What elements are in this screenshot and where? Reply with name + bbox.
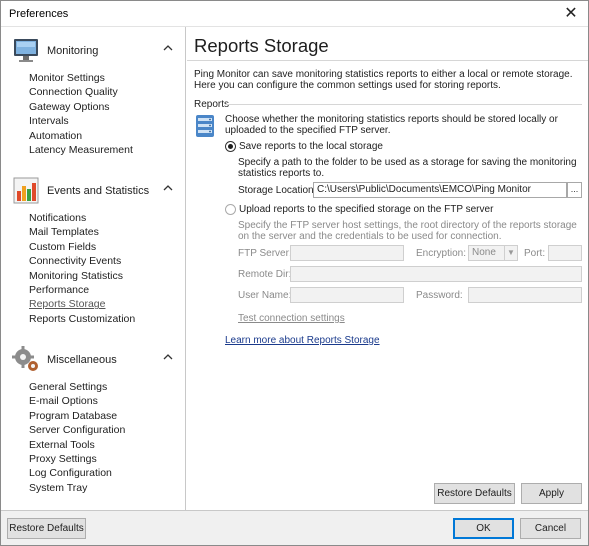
group-title-events-and-statistics: Events and Statistics xyxy=(47,185,150,197)
group-title-monitoring: Monitoring xyxy=(47,45,99,57)
storage-location-label: Storage Location: xyxy=(238,185,317,196)
sidebar-item-intervals[interactable]: Intervals xyxy=(29,114,185,128)
sidebar-item-connectivity-events[interactable]: Connectivity Events xyxy=(29,254,185,268)
sidebar-item-general-settings[interactable]: General Settings xyxy=(29,380,185,394)
test-connection-link[interactable]: Test connection settings xyxy=(238,313,345,324)
statistics-chart-icon xyxy=(13,177,39,204)
chevron-up-icon[interactable] xyxy=(163,352,175,364)
password-input[interactable] xyxy=(468,287,582,303)
restore-defaults-button[interactable]: Restore Defaults xyxy=(7,518,86,539)
title-divider xyxy=(187,60,588,61)
chevron-up-icon[interactable] xyxy=(163,183,175,195)
sidebar-item-connection-quality[interactable]: Connection Quality xyxy=(29,85,185,99)
ftp-storage-description: Specify the FTP server host settings, th… xyxy=(238,220,577,242)
encryption-select[interactable]: None ▼ xyxy=(468,245,518,261)
sidebar-group-miscellaneous: Miscellaneous General Settings E-mail Op… xyxy=(1,340,185,495)
sidebar-item-latency-measurement[interactable]: Latency Measurement xyxy=(29,143,185,157)
content-panel: Reports Storage Ping Monitor can save mo… xyxy=(187,27,588,510)
sidebar-items-miscellaneous: General Settings E-mail Options Program … xyxy=(1,380,185,495)
browse-button[interactable]: ... xyxy=(567,182,582,198)
local-storage-radio[interactable] xyxy=(225,141,236,152)
group-title-miscellaneous: Miscellaneous xyxy=(47,354,117,366)
apply-button[interactable]: Apply xyxy=(521,483,582,504)
sidebar-group-header-events-and-statistics[interactable]: Events and Statistics xyxy=(1,171,185,211)
ftp-server-input[interactable] xyxy=(290,245,404,261)
sidebar-item-proxy-settings[interactable]: Proxy Settings xyxy=(29,452,185,466)
sidebar-item-mail-templates[interactable]: Mail Templates xyxy=(29,225,185,239)
section-description: Choose whether the monitoring statistics… xyxy=(225,114,558,136)
title-bar: Preferences ✕ xyxy=(1,1,588,27)
sidebar-item-automation[interactable]: Automation xyxy=(29,129,185,143)
ftp-server-label: FTP Server: xyxy=(238,248,292,259)
sidebar-group-header-monitoring[interactable]: Monitoring xyxy=(1,31,185,71)
remote-dir-label: Remote Dir: xyxy=(238,269,292,280)
sidebar-item-monitor-settings[interactable]: Monitor Settings xyxy=(29,71,185,85)
sidebar-item-notifications[interactable]: Notifications xyxy=(29,211,185,225)
remote-dir-input[interactable] xyxy=(290,266,582,282)
page-intro: Ping Monitor can save monitoring statist… xyxy=(194,69,573,91)
monitor-icon xyxy=(14,39,38,62)
port-label: Port: xyxy=(524,248,546,259)
encryption-value: None xyxy=(472,247,496,258)
user-name-label: User Name: xyxy=(238,290,292,301)
learn-more-link[interactable]: Learn more about Reports Storage xyxy=(225,335,380,346)
sidebar-group-header-miscellaneous[interactable]: Miscellaneous xyxy=(1,340,185,380)
restore-defaults-page-button[interactable]: Restore Defaults xyxy=(434,483,515,504)
local-storage-label[interactable]: Save reports to the local storage xyxy=(239,141,383,152)
sidebar-item-server-configuration[interactable]: Server Configuration xyxy=(29,423,185,437)
sidebar-item-reports-customization[interactable]: Reports Customization xyxy=(29,312,185,326)
sidebar-group-events-and-statistics: Events and Statistics Notifications Mail… xyxy=(1,171,185,326)
sidebar-group-monitoring: Monitoring Monitor Settings Connection Q… xyxy=(1,31,185,157)
sidebar-items-monitoring: Monitor Settings Connection Quality Gate… xyxy=(1,71,185,157)
port-input[interactable] xyxy=(548,245,582,261)
encryption-label: Encryption: xyxy=(416,248,467,259)
sidebar: Monitoring Monitor Settings Connection Q… xyxy=(1,27,186,510)
user-name-input[interactable] xyxy=(290,287,404,303)
storage-location-input[interactable]: C:\Users\Public\Documents\EMCO\Ping Moni… xyxy=(313,182,567,198)
storage-server-icon xyxy=(196,115,214,137)
sidebar-item-gateway-options[interactable]: Gateway Options xyxy=(29,100,185,114)
section-divider xyxy=(225,104,582,105)
ftp-storage-radio[interactable] xyxy=(225,204,236,215)
cancel-button[interactable]: Cancel xyxy=(520,518,581,539)
close-icon[interactable]: ✕ xyxy=(554,1,588,27)
sidebar-item-reports-storage[interactable]: Reports Storage xyxy=(29,297,185,311)
sidebar-item-log-configuration[interactable]: Log Configuration xyxy=(29,466,185,480)
preferences-window: Preferences ✕ Monitoring Monitor Setting… xyxy=(0,0,589,546)
sidebar-item-program-database[interactable]: Program Database xyxy=(29,409,185,423)
sidebar-item-monitoring-statistics[interactable]: Monitoring Statistics xyxy=(29,269,185,283)
sidebar-item-email-options[interactable]: E-mail Options xyxy=(29,394,185,408)
sidebar-item-system-tray[interactable]: System Tray xyxy=(29,481,185,495)
section-label-reports: Reports xyxy=(194,99,230,110)
ok-button[interactable]: OK xyxy=(453,518,514,539)
page-title: Reports Storage xyxy=(194,35,329,56)
local-storage-description: Specify a path to the folder to be used … xyxy=(238,157,577,179)
chevron-down-icon: ▼ xyxy=(504,246,517,260)
dialog-footer: Restore Defaults OK Cancel xyxy=(1,510,588,545)
window-title: Preferences xyxy=(9,8,69,20)
ftp-storage-label[interactable]: Upload reports to the specified storage … xyxy=(239,204,493,215)
sidebar-item-performance[interactable]: Performance xyxy=(29,283,185,297)
password-label: Password: xyxy=(416,290,463,301)
sidebar-item-custom-fields[interactable]: Custom Fields xyxy=(29,240,185,254)
gears-icon xyxy=(12,346,38,371)
sidebar-items-events-and-statistics: Notifications Mail Templates Custom Fiel… xyxy=(1,211,185,326)
chevron-up-icon[interactable] xyxy=(163,43,175,55)
sidebar-item-external-tools[interactable]: External Tools xyxy=(29,438,185,452)
